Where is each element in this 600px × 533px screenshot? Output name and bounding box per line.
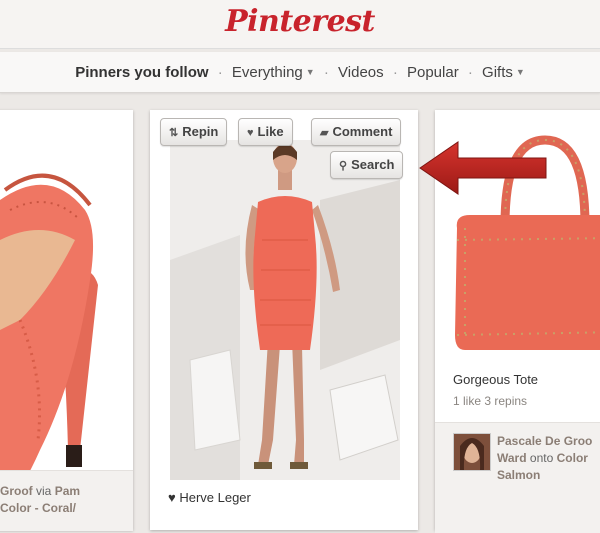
pin-card-dress[interactable]: ⇅ Repin ♥ Like ▰ Comment ⚲ Search ♥ Herve Le…	[150, 110, 418, 530]
nav-pinners-you-follow[interactable]: Pinners you follow	[75, 64, 208, 81]
nav-separator: ·	[392, 64, 398, 81]
dress-image[interactable]	[170, 140, 400, 480]
search-button[interactable]: ⚲ Search	[330, 151, 404, 179]
nav-separator: ·	[467, 64, 473, 81]
pin-attribution: Pascale De Groo Ward onto Color Salmon	[435, 422, 600, 533]
like-button[interactable]: ♥ Like	[238, 118, 293, 146]
comment-button[interactable]: ▰ Comment	[311, 118, 402, 146]
dress-photo	[170, 140, 400, 480]
repinner-link[interactable]: Pascale De Groo	[497, 434, 592, 448]
nav-popular[interactable]: Popular	[407, 64, 459, 81]
repinner-link-rest[interactable]: Ward	[497, 451, 527, 465]
board-link[interactable]: Color - Coral/	[0, 501, 76, 515]
nav-everything[interactable]: Everything ▼	[232, 64, 315, 81]
chevron-down-icon: ▼	[305, 67, 315, 77]
nav-separator: ·	[323, 64, 329, 81]
onto-text: onto	[529, 451, 554, 465]
heart-icon: ♥	[247, 127, 254, 139]
avatar[interactable]	[453, 433, 491, 471]
via-text: via	[36, 484, 52, 498]
header-bar: Pinterest	[0, 0, 600, 49]
pinterest-logo[interactable]: Pinterest	[0, 4, 600, 39]
arrow-icon	[419, 141, 547, 195]
category-nav: Pinners you follow · Everything ▼ · Video…	[0, 52, 600, 93]
comment-icon: ▰	[320, 127, 329, 139]
nav-videos[interactable]: Videos	[338, 64, 384, 81]
pin-attribution: Groof via Pam Color - Coral/	[0, 470, 133, 531]
nav-separator: ·	[217, 64, 223, 81]
repin-button[interactable]: ⇅ Repin	[160, 118, 228, 146]
pin-stats[interactable]: 1 like 3 repins	[453, 394, 527, 408]
pinner-link[interactable]: Groof	[0, 484, 33, 498]
board-link-rest[interactable]: Salmon	[497, 468, 540, 482]
shoe-illustration	[0, 120, 133, 520]
board-link[interactable]: Color	[557, 451, 588, 465]
chevron-down-icon: ▼	[515, 67, 525, 77]
via-user-link[interactable]: Pam	[55, 484, 80, 498]
shoe-image[interactable]	[0, 120, 133, 520]
magnifier-icon: ⚲	[339, 160, 348, 172]
pin-title: Gorgeous Tote	[453, 372, 539, 387]
pin-card-shoe[interactable]: Groof via Pam Color - Coral/	[0, 110, 133, 531]
nav-gifts[interactable]: Gifts ▼	[482, 64, 525, 81]
pin-caption: ♥ Herve Leger	[168, 490, 251, 505]
repin-icon: ⇅	[169, 127, 179, 139]
